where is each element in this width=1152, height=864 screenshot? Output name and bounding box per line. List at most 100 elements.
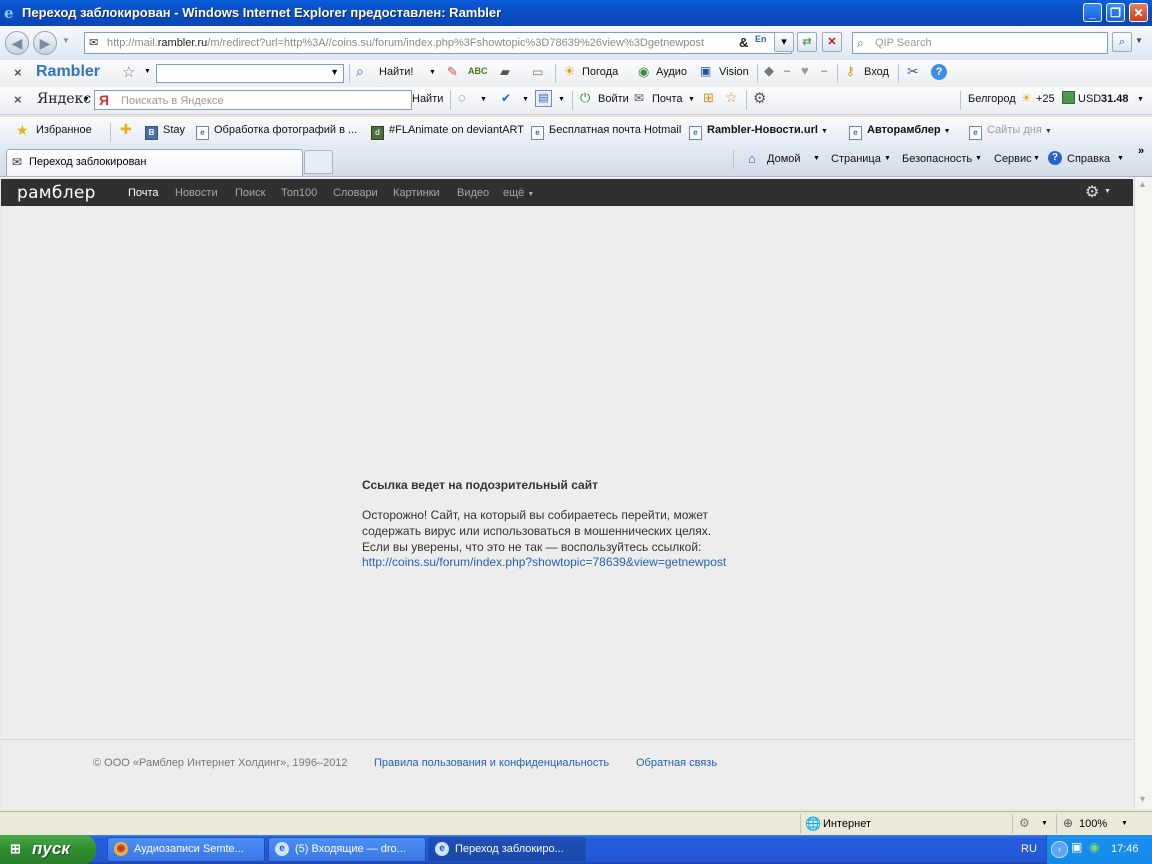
chevron-down-icon[interactable]: ▼ (83, 96, 90, 103)
clock[interactable]: 17:46 (1111, 843, 1139, 855)
fav-item-sites-of-day[interactable]: e Сайты дня ▼ (969, 124, 1052, 140)
chevron-down-icon[interactable]: ▼ (1117, 155, 1124, 162)
refresh-button[interactable]: ⇄ (797, 32, 817, 52)
comments-icon[interactable]: ◆ (764, 63, 774, 79)
new-tab-button[interactable] (304, 150, 333, 174)
protected-mode-pane[interactable]: ⚙ ▼ (1012, 814, 1055, 834)
fav-item-flanimate[interactable]: d #FLAnimate on deviantART (371, 124, 524, 140)
close-button[interactable]: ✕ (1129, 3, 1148, 22)
nav-pictures[interactable]: Картинки (393, 187, 440, 199)
nav-mail[interactable]: Почта (128, 187, 159, 199)
close-toolbar-icon[interactable]: × (14, 65, 22, 80)
tools-menu[interactable]: Сервис (994, 153, 1032, 165)
speech-bubble-icon[interactable]: ◌ (458, 90, 466, 105)
zone-pane[interactable]: 🌐 Интернет (800, 814, 991, 834)
nav-top100[interactable]: Топ100 (281, 187, 317, 199)
fav-item-hotmail[interactable]: e Бесплатная почта Hotmail (531, 124, 681, 140)
zoom-pane[interactable]: ⊕ 100% ▼ (1056, 814, 1137, 834)
rambler-find-button[interactable]: Найти! (379, 66, 413, 78)
search-go-button[interactable]: ⌕ (1112, 32, 1132, 52)
address-url[interactable]: http://mail.rambler.ru/m/redirect?url=ht… (107, 37, 704, 49)
antivirus-icon[interactable]: ◉ (1089, 840, 1099, 854)
nav-more[interactable]: ещё ▼ (503, 187, 534, 199)
nav-search[interactable]: Поиск (235, 187, 265, 199)
search-input[interactable]: ⌕ QIP Search (852, 32, 1108, 54)
weather-button[interactable]: Погода (582, 66, 618, 78)
favorites-button[interactable]: Избранное (36, 124, 92, 136)
address-bar[interactable]: ✉ http://mail.rambler.ru/m/redirect?url=… (84, 32, 792, 54)
rambler-login-button[interactable]: Вход (864, 66, 889, 78)
rambler-logo[interactable]: Rambler (36, 63, 100, 81)
taskbar-item[interactable]: ◉ Аудиозаписи Semte... (107, 837, 265, 862)
help-menu[interactable]: Справка (1067, 153, 1110, 165)
nav-news[interactable]: Новости (175, 187, 218, 199)
forward-button[interactable]: ▶ (33, 31, 57, 55)
maximize-button[interactable]: ❐ (1106, 3, 1125, 22)
fav-item-photo[interactable]: e Обработка фотографий в ... (196, 124, 357, 140)
address-dropdown-button[interactable]: ▾ (774, 32, 794, 52)
footer-feedback-link[interactable]: Обратная связь (636, 757, 717, 769)
search-options-icon[interactable]: ▼ (1135, 36, 1143, 45)
chevron-down-icon[interactable]: ▼ (975, 155, 982, 162)
page-menu[interactable]: Страница (831, 153, 881, 165)
spellcheck-icon[interactable]: ✔ (501, 91, 511, 105)
yandex-mail-button[interactable]: Почта (652, 93, 683, 105)
network-icon[interactable]: ▣ (1071, 840, 1082, 854)
translate-icon[interactable]: ▤ (535, 90, 552, 107)
stop-button[interactable]: ✕ (822, 32, 842, 52)
taskbar-item-active[interactable]: e Переход заблокиро... (428, 837, 586, 862)
fav-item-rambler-news[interactable]: e Rambler-Новости.url ▼ (689, 124, 828, 140)
chevron-down-icon[interactable]: ▼ (330, 67, 339, 77)
chevron-down-icon[interactable]: ▼ (884, 155, 891, 162)
yandex-search-input[interactable]: Я Поискать в Яндексе (94, 90, 412, 110)
yandex-login-button[interactable]: Войти (598, 93, 629, 105)
chevron-down-icon[interactable]: ▼ (480, 96, 487, 103)
help-icon[interactable]: ? (931, 64, 947, 80)
eraser-icon[interactable]: ▰ (500, 64, 510, 80)
fav-item-autorambler[interactable]: e Авторамблер ▼ (849, 124, 951, 140)
chevron-more-icon[interactable]: » (1138, 145, 1144, 157)
page-icon[interactable]: ▭ (532, 65, 543, 79)
vertical-scrollbar[interactable]: ▲ ▼ (1134, 177, 1152, 809)
home-button[interactable]: Домой (767, 153, 801, 165)
chevron-down-icon[interactable]: ▼ (1137, 96, 1144, 103)
chevron-down-icon[interactable]: ▼ (1104, 188, 1111, 195)
chevron-down-icon[interactable]: ▼ (558, 96, 565, 103)
highlight-icon[interactable]: ✎ (447, 64, 458, 80)
chevron-down-icon[interactable]: ▼ (688, 96, 695, 103)
start-button[interactable]: ⊞ пуск (0, 835, 96, 864)
scroll-down-icon[interactable]: ▼ (1138, 794, 1147, 804)
currency-label[interactable]: USD (1078, 93, 1101, 105)
bookmarks-add-icon[interactable]: ⊞ (703, 90, 714, 106)
spellcheck-icon[interactable]: ABC (468, 66, 488, 76)
heart-icon[interactable]: ♥ (801, 63, 809, 78)
star-icon[interactable]: ☆ (122, 63, 135, 81)
rambler-page-logo[interactable]: рамблер (17, 183, 96, 203)
vision-button[interactable]: Vision (719, 66, 749, 78)
tray-expand-icon[interactable]: ‹ (1051, 841, 1068, 858)
footer-terms-link[interactable]: Правила пользования и конфиденциальность (374, 757, 609, 769)
chevron-down-icon[interactable]: ▼ (813, 155, 820, 162)
chevron-down-icon[interactable]: ▼ (1033, 155, 1040, 162)
window-title-bar[interactable]: e Переход заблокирован - Windows Interne… (0, 0, 1152, 26)
city-label[interactable]: Белгород (968, 93, 1016, 105)
gear-icon[interactable]: ⚙ (1085, 182, 1099, 202)
suspicious-site-link[interactable]: http://coins.su/forum/index.php?showtopi… (362, 555, 726, 569)
currency-value[interactable]: 31.48 (1101, 93, 1129, 105)
chevron-down-icon[interactable]: ▼ (144, 68, 151, 75)
settings-tools-icon[interactable]: ✂ (907, 63, 919, 80)
scroll-up-icon[interactable]: ▲ (1138, 179, 1147, 189)
close-toolbar-icon[interactable]: × (14, 92, 22, 107)
gear-icon[interactable]: ⚙ (753, 89, 766, 107)
history-dropdown-icon[interactable]: ▼ (62, 36, 70, 45)
taskbar-item[interactable]: e (5) Входящие — dro... (268, 837, 426, 862)
fav-item-stay[interactable]: B Stay (145, 124, 185, 140)
safety-menu[interactable]: Безопасность (902, 153, 972, 165)
back-button[interactable]: ◀ (5, 31, 29, 55)
audio-button[interactable]: Аудио (656, 66, 687, 78)
yandex-find-button[interactable]: Найти (412, 93, 443, 105)
nav-video[interactable]: Видео (457, 187, 489, 199)
minimize-button[interactable]: _ (1083, 3, 1102, 22)
translit-icon[interactable]: En (755, 34, 767, 44)
nav-dictionaries[interactable]: Словари (333, 187, 378, 199)
